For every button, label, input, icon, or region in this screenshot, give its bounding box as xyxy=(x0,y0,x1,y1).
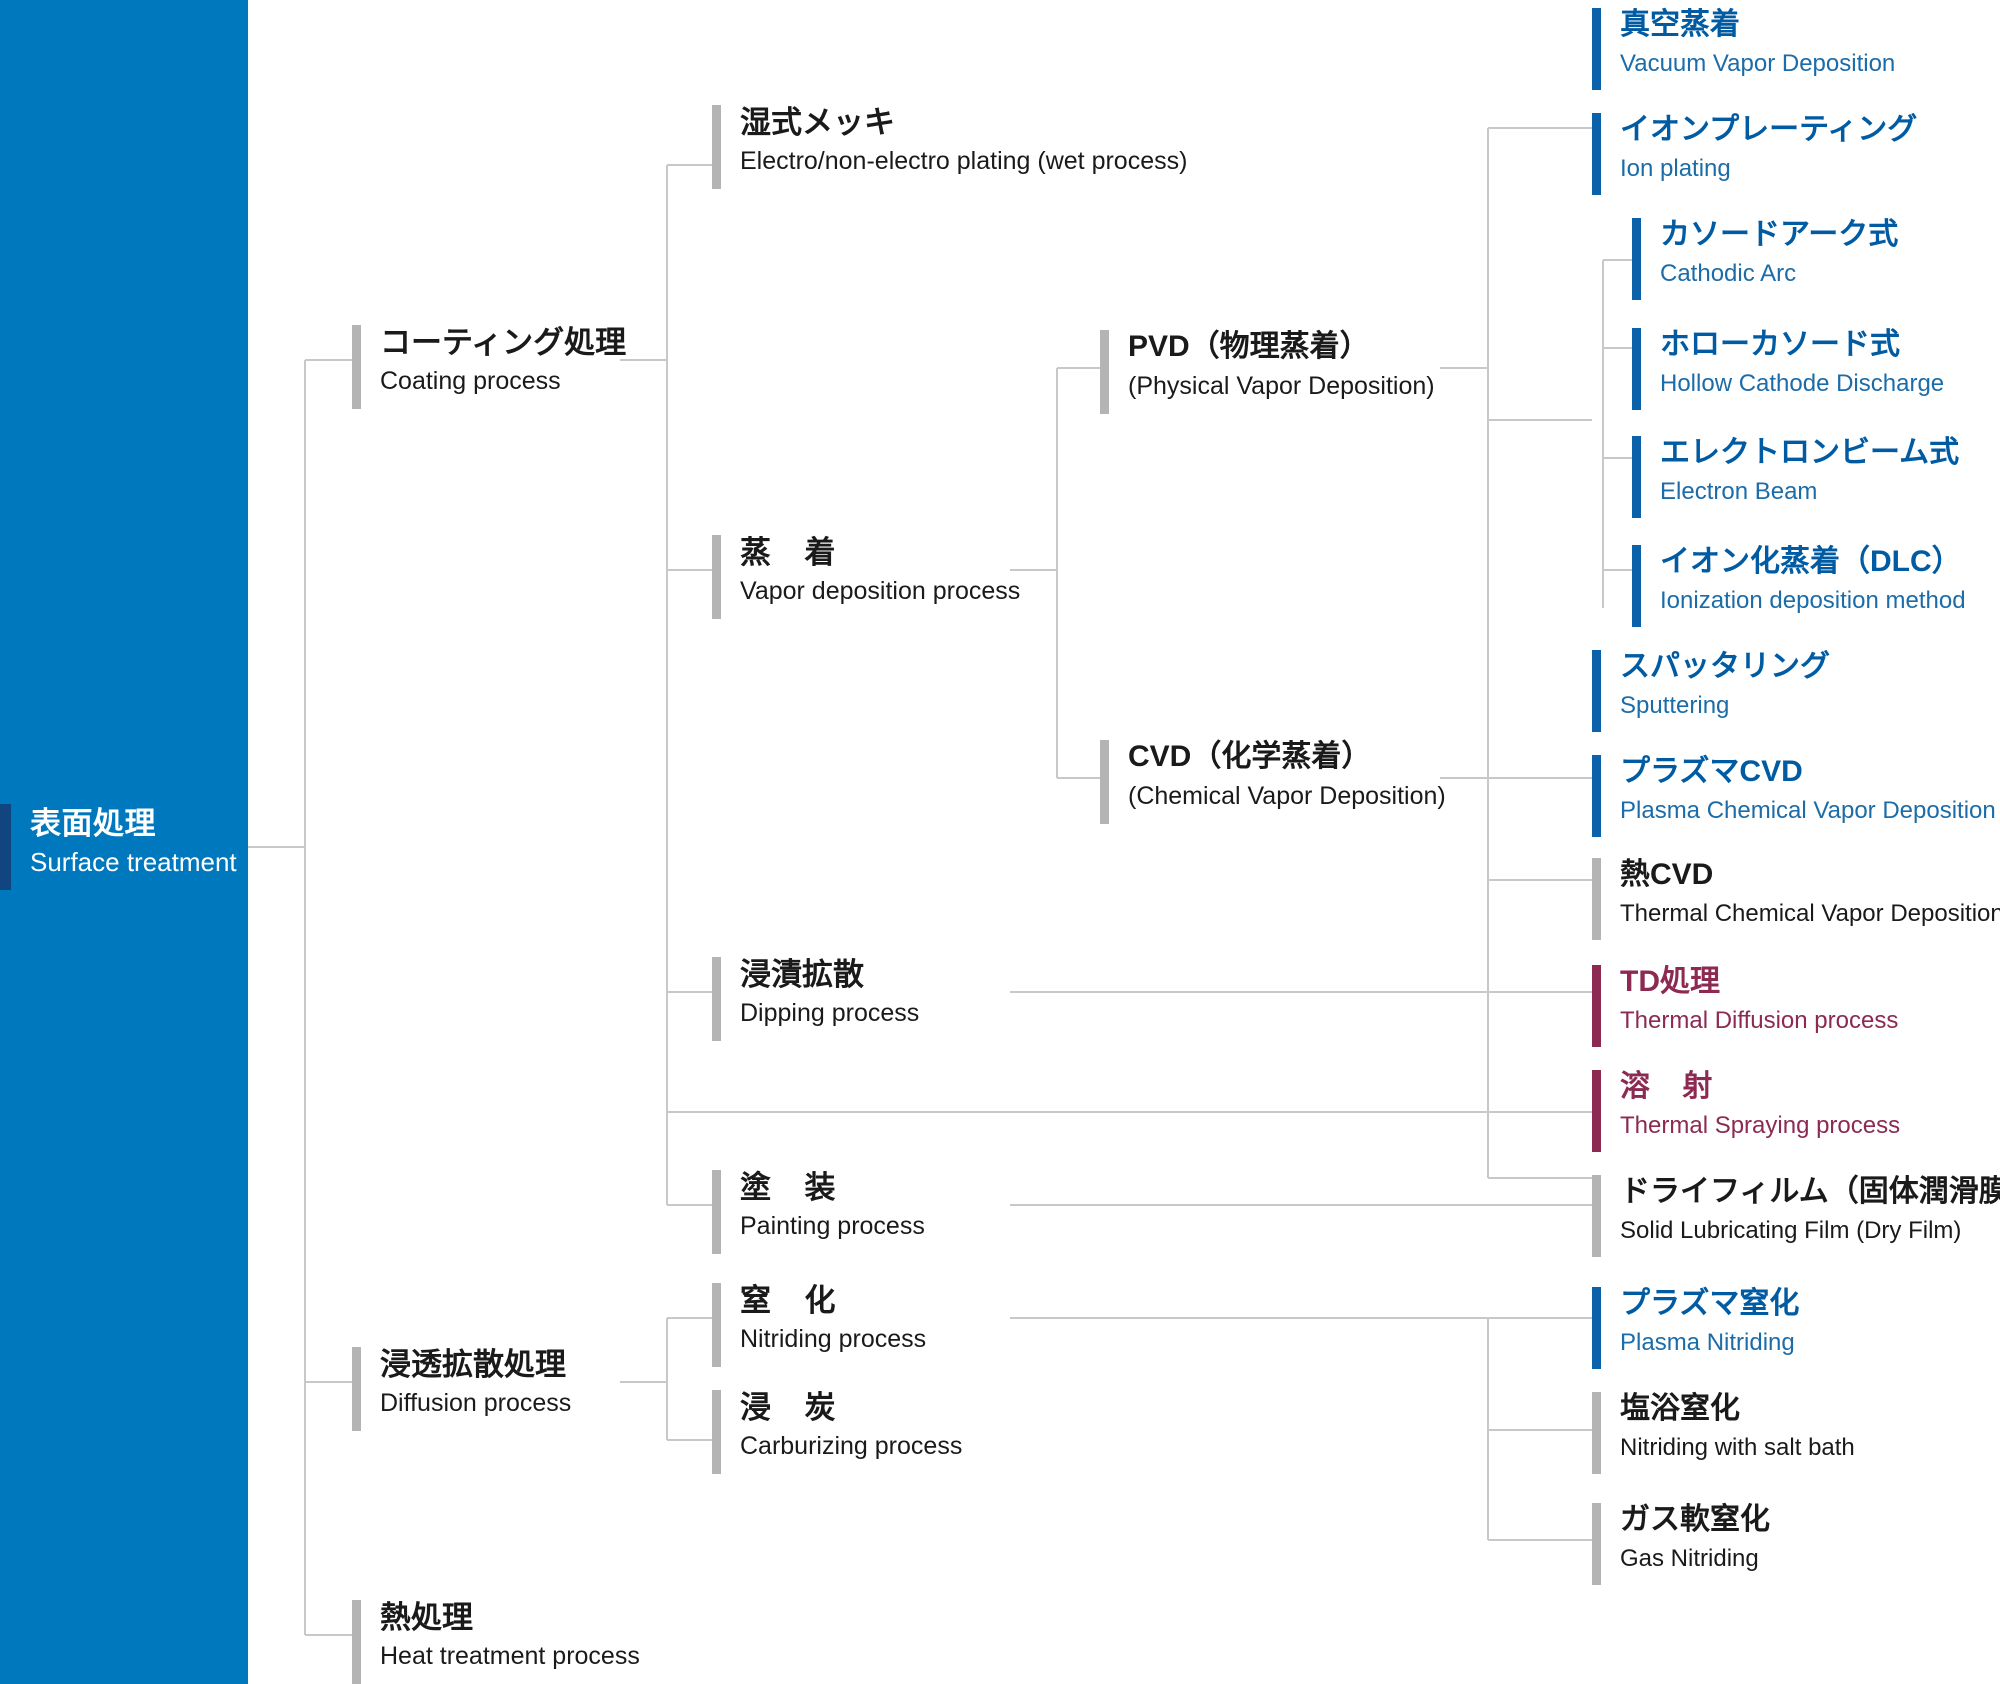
node-label-jp: 塩浴窒化 xyxy=(1620,1392,1740,1425)
node-label-en: Vapor deposition process xyxy=(740,577,1021,605)
node-label-jp: エレクトロンビーム式 xyxy=(1660,436,1960,469)
node-label-en: Heat treatment process xyxy=(380,1642,640,1670)
node-label-en: Thermal Chemical Vapor Deposition xyxy=(1620,900,2000,927)
node-label-jp: 蒸 着 xyxy=(740,535,837,570)
node-label-en: Sputtering xyxy=(1620,692,1730,719)
node-label-jp: ドライフィルム（固体潤滑膜） xyxy=(1620,1175,2000,1208)
node-label-en: Hollow Cathode Discharge xyxy=(1660,370,1945,397)
node-label-en: (Chemical Vapor Deposition) xyxy=(1128,782,1446,810)
node-label-en: Cathodic Arc xyxy=(1660,260,1797,287)
node-accent-bar xyxy=(712,1170,721,1254)
node-label-jp: カソードアーク式 xyxy=(1660,218,1899,251)
node-accent-bar xyxy=(1592,858,1601,940)
node-label-en: Diffusion process xyxy=(380,1389,572,1417)
node-accent-bar xyxy=(1100,330,1109,414)
node-accent-bar xyxy=(1632,328,1641,410)
node-accent-bar xyxy=(1592,1392,1601,1474)
surface-treatment-tree-diagram: 表面処理 Surface treatment コーティング処理 Coating … xyxy=(0,0,2000,1684)
node-label-jp: 溶 射 xyxy=(1620,1070,1714,1103)
node-label-en: Ion plating xyxy=(1620,155,1731,182)
node-accent-bar xyxy=(712,1390,721,1474)
node-label-en: Solid Lubricating Film (Dry Film) xyxy=(1620,1217,1962,1244)
node-accent-bar xyxy=(1592,755,1601,837)
node-label-en: (Physical Vapor Deposition) xyxy=(1128,372,1435,400)
node-accent-bar xyxy=(1632,218,1641,300)
node-label-en: Electro/non-electro plating (wet process… xyxy=(740,147,1188,175)
node-label-en: Coating process xyxy=(380,367,561,395)
node-accent-bar xyxy=(1592,1287,1601,1369)
node-label-en: Plasma Nitriding xyxy=(1620,1329,1795,1356)
node-accent-bar xyxy=(1632,545,1641,627)
node-label-jp: 浸透拡散処理 xyxy=(380,1347,566,1382)
node-accent-bar xyxy=(712,105,721,189)
node-label-en: Nitriding process xyxy=(740,1325,927,1353)
node-label-jp: ホローカソード式 xyxy=(1660,328,1900,361)
node-label-en: Dipping process xyxy=(740,999,920,1027)
node-label-jp: 浸漬拡散 xyxy=(740,957,864,992)
node-accent-bar xyxy=(352,1600,361,1684)
node-label-jp: TD処理 xyxy=(1620,965,1720,998)
node-accent-bar xyxy=(1592,8,1601,90)
node-accent-bar xyxy=(1592,650,1601,732)
node-label-jp: プラズマ窒化 xyxy=(1620,1287,1800,1320)
node-label-jp: 熱CVD xyxy=(1620,858,1714,891)
node-label-jp: プラズマCVD xyxy=(1620,755,1803,788)
node-accent-bar xyxy=(1592,1070,1601,1152)
node-accent-bar xyxy=(712,957,721,1041)
node-label-en: Ionization deposition method xyxy=(1660,587,1966,614)
node-label-en: Plasma Chemical Vapor Deposition xyxy=(1620,797,1996,824)
node-label-en: Painting process xyxy=(740,1212,925,1240)
node-accent-bar xyxy=(1592,1503,1601,1585)
node-label-jp: イオンプレーティング xyxy=(1620,113,1918,146)
node-accent-bar xyxy=(712,535,721,619)
node-label-en: Thermal Diffusion process xyxy=(1620,1007,1899,1034)
node-label-jp: 浸 炭 xyxy=(740,1390,837,1425)
node-label-jp: コーティング処理 xyxy=(380,325,627,360)
node-accent-bar xyxy=(352,325,361,409)
node-label-jp: 塗 装 xyxy=(740,1170,837,1205)
node-accent-bar xyxy=(1632,436,1641,518)
node-accent-bar xyxy=(712,1283,721,1367)
connector-lines xyxy=(248,127,1632,1636)
node-accent-bar xyxy=(1592,965,1601,1047)
node-label-en: Gas Nitriding xyxy=(1620,1545,1759,1572)
node-label-jp: スパッタリング xyxy=(1620,650,1830,683)
node-accent-bar xyxy=(1592,1175,1601,1257)
node-label-en: Thermal Spraying process xyxy=(1620,1112,1901,1139)
node-label-en: Carburizing process xyxy=(740,1432,963,1460)
node-accent-bar xyxy=(1100,740,1109,824)
node-label-jp: 真空蒸着 xyxy=(1620,8,1740,41)
node-label-jp: 窒 化 xyxy=(740,1283,837,1318)
node-label-jp: CVD（化学蒸着） xyxy=(1128,740,1372,773)
node-label-jp: 湿式メッキ xyxy=(740,105,895,140)
node-label-en: Nitriding with salt bath xyxy=(1620,1434,1855,1461)
node-label-jp: ガス軟窒化 xyxy=(1620,1503,1770,1536)
node-label-jp: PVD（物理蒸着） xyxy=(1128,330,1370,363)
node-label-en: Vacuum Vapor Deposition xyxy=(1620,50,1896,77)
node-label-jp: イオン化蒸着（DLC） xyxy=(1660,545,1962,578)
node-accent-bar xyxy=(1592,113,1601,195)
node-label-jp: 熱処理 xyxy=(380,1600,473,1635)
node-label-en: Electron Beam xyxy=(1660,478,1818,505)
node-accent-bar xyxy=(352,1347,361,1431)
